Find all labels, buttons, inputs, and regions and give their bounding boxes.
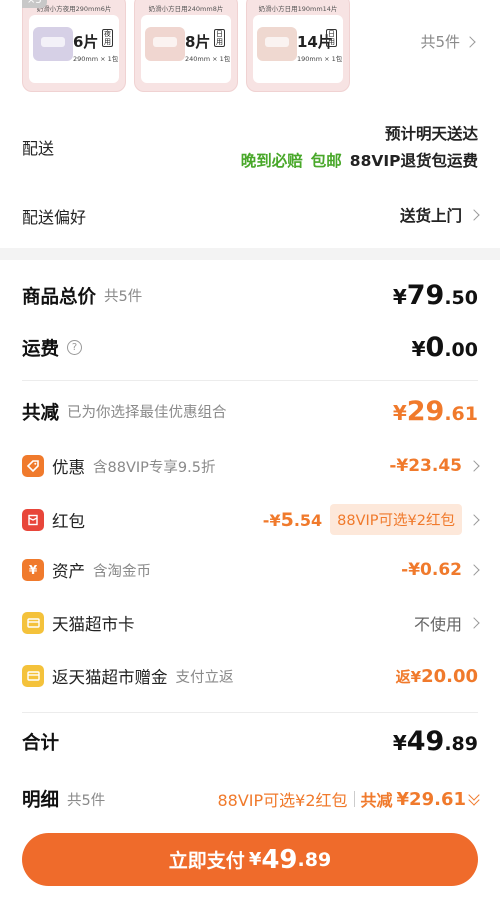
breakdown-row[interactable]: 明细 共5件 88VIP可选¥2红包 共减 ¥29.61: [22, 786, 480, 812]
chevron-right-icon: [468, 617, 480, 629]
discount-total-label: 共减: [22, 402, 60, 424]
coupon-sub: 含88VIP专享9.5折: [93, 459, 216, 476]
card-icon: [22, 612, 44, 634]
pay-label: 立即支付: [168, 850, 245, 872]
breakdown-count: 共5件: [67, 792, 106, 809]
shipping-price: ¥0.00: [411, 332, 478, 363]
cashback-row: 返天猫超市赠金 支付立返 返¥20.00: [22, 664, 478, 688]
product-qty: 6片: [73, 33, 99, 51]
product-dim: 240mm × 1包: [185, 55, 231, 63]
red-packet-label: 红包: [52, 511, 85, 531]
product-dim: 290mm × 1包: [73, 55, 119, 63]
coupon-value: -¥23.45: [389, 456, 462, 476]
yen-icon: ¥: [22, 559, 44, 581]
red-packet-icon: [22, 508, 44, 531]
delivery-preference-label: 配送偏好: [22, 208, 87, 227]
wallet-icon: [22, 665, 44, 687]
product-caption: 奶滑小方日用240mm8片: [148, 5, 224, 13]
package-image: [145, 27, 185, 61]
goods-total-label: 商品总价: [22, 286, 97, 308]
chevron-right-icon: [468, 209, 480, 221]
section-divider: [0, 248, 500, 260]
double-chevron-down-icon: [468, 789, 480, 806]
cashback-value: 返¥20.00: [395, 665, 478, 687]
red-packet-row[interactable]: 红包 -¥5.54 88VIP可选¥2红包: [22, 504, 480, 535]
total-row: 合计 ¥49.89: [22, 726, 478, 757]
pay-amount-int: 49: [261, 844, 298, 875]
product-count: 共5件: [420, 33, 460, 51]
package-image: [33, 27, 73, 61]
divider: [22, 712, 478, 713]
product-strip: 奶滑小方夜用290mm6片 6片 夜用 290mm × 1包 奶滑小方日用240…: [0, 0, 500, 110]
breakdown-label: 明细: [22, 790, 60, 811]
goods-total-price: ¥79.50: [392, 280, 478, 311]
assets-label: 资产: [52, 562, 85, 581]
product-card[interactable]: 奶滑小方日用240mm8片 8片 日用 240mm × 1包: [134, 0, 238, 92]
goods-total-row: 商品总价 共5件 ¥79.50: [22, 280, 478, 311]
product-qty: 8片: [185, 33, 211, 51]
delivery-estimate: 预计明天送达: [384, 125, 478, 143]
tag-icon: [22, 455, 44, 477]
divider: [22, 380, 478, 381]
pay-amount-dec: .89: [297, 848, 332, 871]
product-tag: 日用: [326, 29, 337, 47]
vip-red-packet-pill[interactable]: 88VIP可选¥2红包: [330, 504, 462, 535]
assets-value: -¥0.62: [401, 560, 462, 580]
assets-row[interactable]: ¥ 资产 含淘金币 -¥0.62: [22, 558, 480, 582]
coupon-label: 优惠: [52, 458, 85, 477]
product-count-link[interactable]: 共5件: [420, 31, 476, 52]
pay-yen: ¥: [248, 849, 262, 870]
red-packet-value: -¥5.54: [262, 508, 323, 531]
product-tag: 日用: [214, 29, 225, 47]
tmall-card-label: 天猫超市卡: [52, 615, 135, 634]
product-dim: 190mm × 1包: [297, 55, 343, 63]
tmall-card-value: 不使用: [413, 615, 462, 634]
cashback-sub: 支付立返: [175, 669, 234, 686]
total-price: ¥49.89: [392, 726, 478, 757]
product-caption: 奶滑小方日用190mm14片: [258, 5, 338, 13]
quantity-badge: ×5: [22, 0, 47, 8]
breakdown-saved-value: ¥29.61: [396, 788, 466, 810]
product-card[interactable]: 奶滑小方夜用290mm6片 6片 夜用 290mm × 1包: [22, 0, 126, 92]
chevron-right-icon: [468, 460, 480, 472]
delivery-label: 配送: [22, 139, 55, 158]
cashback-label: 返天猫超市赠金: [52, 668, 168, 687]
goods-count: 共5件: [104, 289, 143, 305]
shipping-row: 运费 ? ¥0.00: [22, 332, 478, 363]
package-image: [257, 27, 297, 61]
discount-total-row: 共减 已为你选择最佳优惠组合 ¥29.61: [22, 396, 478, 427]
shipping-label: 运费: [22, 338, 60, 360]
breakdown-vip: 88VIP可选¥2红包: [217, 791, 348, 810]
delivery-preference-selector[interactable]: 送货上门: [399, 204, 480, 226]
chevron-right-icon: [468, 513, 480, 526]
product-tag: 夜用: [102, 29, 113, 47]
delivery-benefits: 晚到必赔 包邮 88VIP退货包运费: [241, 149, 478, 171]
total-label: 合计: [22, 732, 60, 754]
late-compensation: 晚到必赔: [240, 152, 303, 170]
assets-sub: 含淘金币: [93, 563, 151, 580]
divider: [353, 791, 355, 807]
delivery-preference-value: 送货上门: [399, 207, 462, 225]
chevron-right-icon: [468, 564, 480, 576]
coupon-row[interactable]: 优惠 含88VIP专享9.5折 -¥23.45: [22, 454, 480, 478]
pay-now-button[interactable]: 立即支付 ¥ 49 .89: [22, 833, 478, 886]
discount-total-price: ¥29.61: [392, 396, 478, 427]
vip-return-shipping: 88VIP退货包运费: [349, 152, 478, 170]
help-icon[interactable]: ?: [67, 340, 83, 355]
discount-total-sub: 已为你选择最佳优惠组合: [67, 405, 227, 421]
product-card[interactable]: 奶滑小方日用190mm14片 14片 日用 190mm × 1包: [246, 0, 350, 92]
free-shipping: 包邮: [310, 152, 342, 170]
tmall-card-row[interactable]: 天猫超市卡 不使用: [22, 611, 480, 635]
breakdown-saved-label: 共减: [360, 791, 393, 810]
chevron-right-icon: [464, 35, 476, 48]
